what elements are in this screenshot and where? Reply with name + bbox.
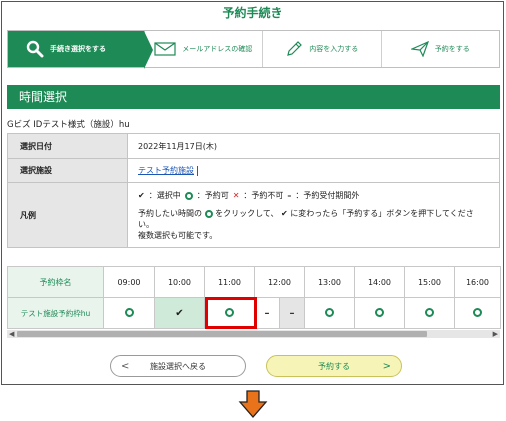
circle-icon <box>184 191 193 200</box>
step-email-confirm: メールアドレスの確認 <box>145 31 263 67</box>
facility-name: Gビズ IDテスト様式（施設）hu <box>7 120 130 130</box>
check-icon: ✔ <box>138 191 145 201</box>
legend-symbols: ✔ ：選択中 ：予約可 ✕ ：予約不可 – ：予約受付期間外 <box>138 190 499 201</box>
search-icon <box>26 40 44 58</box>
slot-row-name: テスト施設予約枠hu <box>7 297 104 329</box>
step-label: メールアドレスの確認 <box>182 45 253 53</box>
section-title: 時間選択 <box>7 85 500 109</box>
legend-note-part: 複数選択も可能です。 <box>138 230 218 240</box>
slot-1000[interactable]: ✔ <box>154 297 205 329</box>
check-icon: ✔ <box>281 209 288 219</box>
legend-unavailable-text: ：予約不可 <box>243 191 284 201</box>
selection-info-table: 選択日付 2022年11月17日(木) 選択施設 テスト予約施設 凡例 ✔ ：選… <box>7 133 500 248</box>
slot-1100[interactable] <box>204 297 255 329</box>
pencil-icon <box>287 41 303 56</box>
date-value: 2022年11月17日(木) <box>127 133 500 159</box>
check-icon: ✔ <box>175 307 184 319</box>
time-header: 10:00 <box>154 266 205 298</box>
step-label: 手続き選択をする <box>50 45 106 53</box>
slot-1300[interactable] <box>304 297 355 329</box>
cross-icon: ✕ <box>232 191 240 201</box>
circle-icon <box>425 307 434 317</box>
slot-1400[interactable] <box>354 297 405 329</box>
paper-plane-icon <box>410 41 429 57</box>
chevron-right-icon: > <box>382 360 391 372</box>
circle-icon <box>204 209 213 218</box>
horizontal-scrollbar[interactable]: ◀ ▶ <box>7 330 500 338</box>
legend-outside-text: ：予約受付期間外 <box>295 191 360 201</box>
step-progress: 手続き選択をする メールアドレスの確認 内容を入力する 予約をする <box>7 30 500 69</box>
step-make-reservation: 予約をする <box>382 31 500 67</box>
reserve-button[interactable]: 予約する > <box>266 355 402 377</box>
time-header: 09:00 <box>103 266 155 298</box>
step-select-procedure: 手続き選択をする <box>8 31 152 69</box>
step-label: 内容を入力する <box>309 45 359 53</box>
legend-available-text: ：予約可 <box>196 191 229 201</box>
facility-label: 選択施設 <box>7 158 128 183</box>
dash-icon: – <box>287 191 292 201</box>
time-header: 11:00 <box>204 266 255 298</box>
date-label: 選択日付 <box>7 133 128 159</box>
slot-1230: – <box>279 297 305 329</box>
back-button[interactable]: < 施設選択へ戻る <box>110 355 246 377</box>
time-header: 16:00 <box>454 266 501 298</box>
down-arrow-icon <box>238 390 268 418</box>
chevron-left-icon: < <box>121 360 130 372</box>
dash-icon: – <box>289 307 295 319</box>
facility-value-cell: テスト予約施設 <box>127 158 500 183</box>
facility-link[interactable]: テスト予約施設 <box>138 166 194 175</box>
legend-cell: ✔ ：選択中 ：予約可 ✕ ：予約不可 – ：予約受付期間外 予約したい時間の … <box>127 182 500 248</box>
reserve-button-label: 予約する <box>318 361 350 371</box>
scroll-thumb[interactable] <box>17 331 427 337</box>
time-header: 14:00 <box>354 266 405 298</box>
slot-name-header: 予約枠名 <box>7 266 104 298</box>
legend-label: 凡例 <box>7 182 128 248</box>
time-header: 12:00 <box>254 266 305 298</box>
step-enter-details: 内容を入力する <box>263 31 382 67</box>
page-title: 予約手続き <box>222 6 283 20</box>
envelope-icon <box>154 42 176 56</box>
slot-1200a: – <box>254 297 280 329</box>
slot-0900[interactable] <box>103 297 155 329</box>
circle-icon <box>375 307 384 317</box>
slot-1500[interactable] <box>404 297 455 329</box>
legend-note-part: をクリックして、 <box>215 209 279 219</box>
scroll-left-icon[interactable]: ◀ <box>9 330 14 338</box>
legend-note: 予約したい時間の をクリックして、 ✔ に変わったら「予約する」ボタンを押下して… <box>138 209 499 241</box>
back-button-label: 施設選択へ戻る <box>150 361 206 371</box>
time-header: 15:00 <box>404 266 455 298</box>
circle-icon <box>225 307 234 317</box>
circle-icon <box>325 307 334 317</box>
dash-icon: – <box>264 307 270 319</box>
booking-window: 予約手続き 手続き選択をする メールアドレスの確認 内容を入力する 予約をする … <box>1 1 504 385</box>
time-slot-table: 予約枠名 09:00 10:00 11:00 12:00 13:00 14:00… <box>7 266 501 329</box>
step-label: 予約をする <box>434 45 470 53</box>
slot-1600[interactable] <box>454 297 501 329</box>
legend-selected-text: ：選択中 <box>148 191 181 201</box>
time-header: 13:00 <box>304 266 355 298</box>
circle-icon <box>473 307 482 317</box>
circle-icon <box>124 307 134 317</box>
text-cursor <box>197 165 198 176</box>
legend-note-part: 予約したい時間の <box>138 209 202 219</box>
scroll-right-icon[interactable]: ▶ <box>493 330 498 338</box>
